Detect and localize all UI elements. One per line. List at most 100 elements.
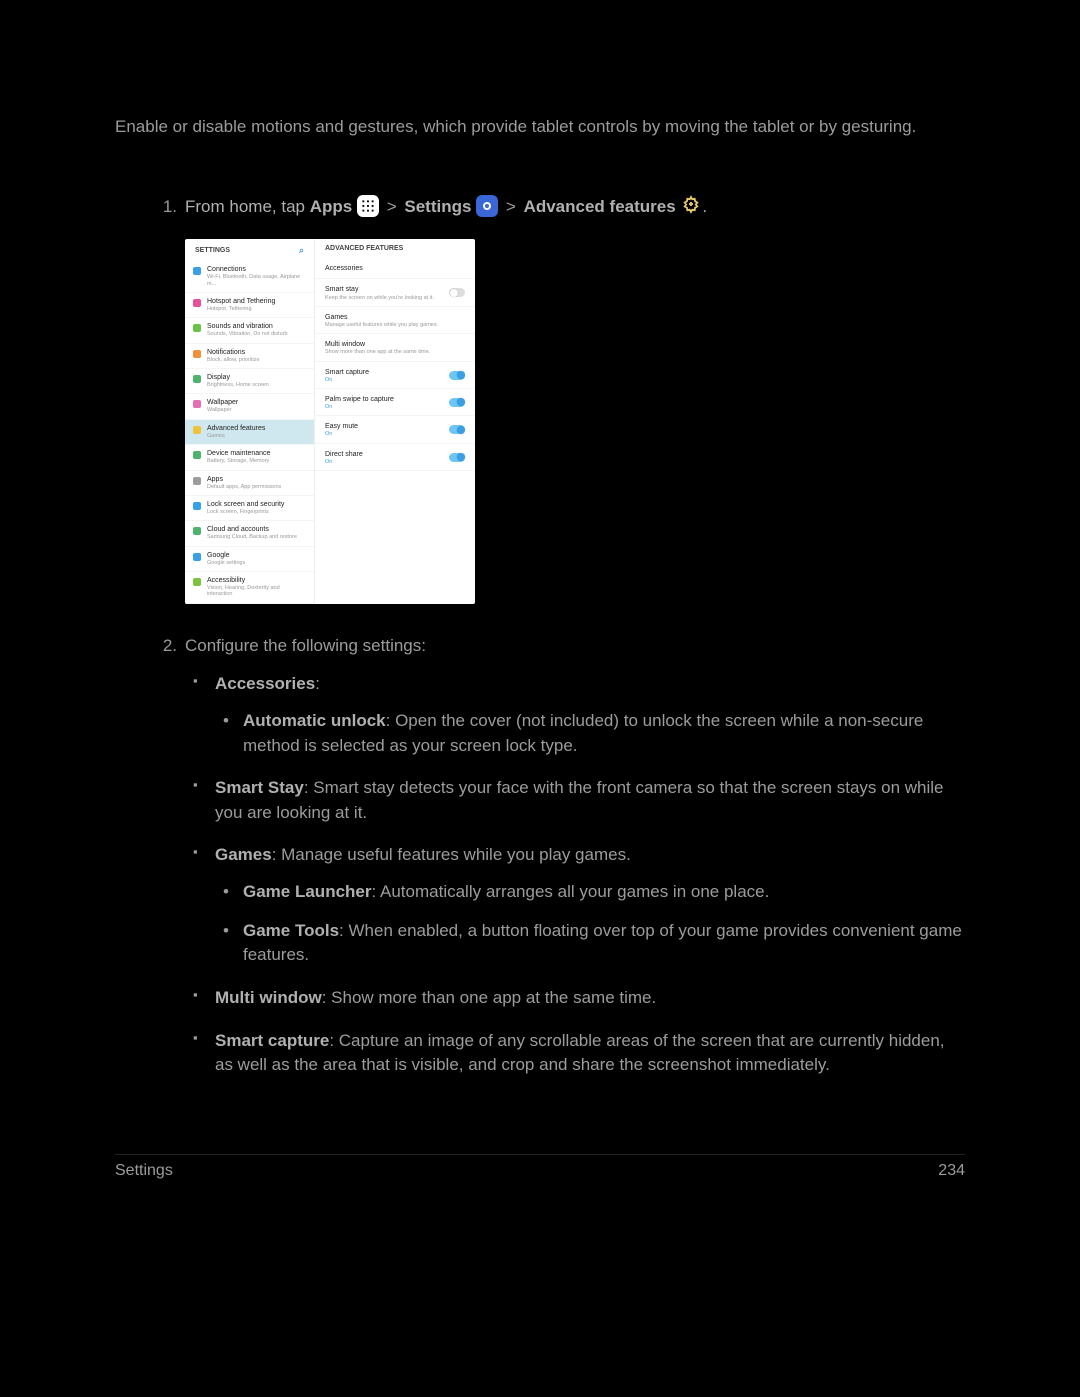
- step-2-text: Configure the following settings:: [185, 636, 426, 655]
- sidebar-item-subtitle: Hotspot, Tethering: [207, 306, 275, 312]
- sidebar-item-icon: [193, 426, 201, 434]
- sidebar-item[interactable]: Lock screen and securityLock screen, Fin…: [185, 496, 314, 521]
- detail-row[interactable]: GamesManage useful features while you pl…: [315, 307, 475, 334]
- detail-row[interactable]: Easy muteOn: [315, 416, 475, 443]
- setting-description-item: Multi window: Show more than one app at …: [215, 986, 965, 1011]
- detail-row[interactable]: Palm swipe to captureOn: [315, 389, 475, 416]
- detail-row-title: Palm swipe to capture: [325, 396, 394, 404]
- settings-sidebar: SETTINGS ⌕ ConnectionsWi-Fi, Bluetooth, …: [185, 239, 315, 603]
- step-number: 2.: [155, 634, 177, 659]
- sidebar-item-icon: [193, 477, 201, 485]
- toggle-switch[interactable]: [449, 288, 465, 297]
- detail-row[interactable]: Smart stayKeep the screen on while you'r…: [315, 279, 475, 306]
- setting-subitem: Automatic unlock: Open the cover (not in…: [243, 709, 965, 758]
- sidebar-item-subtitle: Block, allow, prioritize: [207, 357, 260, 363]
- detail-row-title: Smart capture: [325, 369, 369, 377]
- setting-subitem-text: : Automatically arranges all your games …: [372, 882, 770, 901]
- step-1: 1. From home, tap Apps > Settings > Adva…: [155, 195, 965, 604]
- sidebar-item[interactable]: NotificationsBlock, allow, prioritize: [185, 344, 314, 369]
- detail-row[interactable]: Multi windowShow more than one app at th…: [315, 334, 475, 361]
- sidebar-item[interactable]: Advanced featuresGames: [185, 420, 314, 445]
- sidebar-item-subtitle: Brightness, Home screen: [207, 382, 269, 388]
- setting-subitem-name: Game Tools: [243, 921, 339, 940]
- setting-description-item: Games: Manage useful features while you …: [215, 843, 965, 968]
- sidebar-item[interactable]: AccessibilityVision, Hearing, Dexterity …: [185, 572, 314, 604]
- detail-row-title: Smart stay: [325, 286, 434, 294]
- sidebar-item-title: Notifications: [207, 349, 260, 357]
- sidebar-item[interactable]: AppsDefault apps, App permissions: [185, 471, 314, 496]
- setting-name: Smart Stay: [215, 778, 304, 797]
- toggle-switch[interactable]: [449, 453, 465, 462]
- detail-row[interactable]: Smart captureOn: [315, 362, 475, 389]
- sidebar-item[interactable]: DisplayBrightness, Home screen: [185, 369, 314, 394]
- document-page: Enable or disable motions and gestures, …: [0, 0, 1080, 1397]
- nav-settings-label: Settings: [404, 197, 471, 216]
- setting-text: :: [315, 674, 320, 693]
- detail-header: ADVANCED FEATURES: [315, 239, 475, 258]
- setting-subitem-text: : When enabled, a button floating over t…: [243, 921, 962, 965]
- sidebar-item-title: Connections: [207, 266, 306, 274]
- sidebar-item-icon: [193, 400, 201, 408]
- breadcrumb-separator: >: [506, 197, 516, 216]
- setting-name: Accessories: [215, 674, 315, 693]
- sidebar-item[interactable]: GoogleGoogle settings: [185, 547, 314, 572]
- step-2: 2. Configure the following settings: Acc…: [155, 634, 965, 1078]
- detail-row-title: Direct share: [325, 451, 363, 459]
- toggle-switch[interactable]: [449, 425, 465, 434]
- sidebar-item-subtitle: Battery, Storage, Memory: [207, 458, 270, 464]
- setting-text: : Show more than one app at the same tim…: [322, 988, 657, 1007]
- sidebar-item-title: Sounds and vibration: [207, 323, 288, 331]
- sidebar-item-icon: [193, 527, 201, 535]
- sidebar-item[interactable]: Sounds and vibrationSounds, Vibration, D…: [185, 318, 314, 343]
- detail-row-subtitle: Manage useful features while you play ga…: [325, 322, 438, 328]
- sidebar-item-subtitle: Wi-Fi, Bluetooth, Data usage, Airplane m…: [207, 274, 306, 287]
- sidebar-item-icon: [193, 375, 201, 383]
- sidebar-item[interactable]: ConnectionsWi-Fi, Bluetooth, Data usage,…: [185, 261, 314, 293]
- detail-title: ADVANCED FEATURES: [325, 244, 403, 254]
- toggle-switch[interactable]: [449, 371, 465, 380]
- sidebar-item-subtitle: Lock screen, Fingerprints: [207, 509, 284, 515]
- sidebar-item-icon: [193, 578, 201, 586]
- detail-row[interactable]: Accessories: [315, 258, 475, 279]
- setting-name: Games: [215, 845, 272, 864]
- advanced-features-icon: [680, 195, 702, 217]
- sidebar-item[interactable]: Cloud and accountsSamsung Cloud, Backup …: [185, 521, 314, 546]
- sidebar-item-title: Display: [207, 374, 269, 382]
- detail-row-subtitle: On: [325, 431, 358, 437]
- sidebar-item[interactable]: Hotspot and TetheringHotspot, Tethering: [185, 293, 314, 318]
- sidebar-item-title: Google: [207, 552, 245, 560]
- sidebar-item-icon: [193, 324, 201, 332]
- nav-prefix: From home, tap: [185, 197, 310, 216]
- nav-apps-label: Apps: [310, 197, 353, 216]
- sidebar-item[interactable]: WallpaperWallpaper: [185, 394, 314, 419]
- sidebar-item-title: Accessibility: [207, 577, 306, 585]
- sidebar-item-title: Advanced features: [207, 425, 265, 433]
- sidebar-item-title: Device maintenance: [207, 450, 270, 458]
- search-icon[interactable]: ⌕: [299, 244, 304, 257]
- sidebar-item[interactable]: Device maintenanceBattery, Storage, Memo…: [185, 445, 314, 470]
- sidebar-item-subtitle: Samsung Cloud, Backup and restore: [207, 534, 297, 540]
- setting-subitem: Game Tools: When enabled, a button float…: [243, 919, 965, 968]
- setting-name: Smart capture: [215, 1031, 329, 1050]
- setting-sublist: Automatic unlock: Open the cover (not in…: [215, 709, 965, 758]
- setting-subitem-name: Game Launcher: [243, 882, 372, 901]
- footer-page-number: 234: [938, 1159, 965, 1182]
- settings-screenshot: SETTINGS ⌕ ConnectionsWi-Fi, Bluetooth, …: [185, 239, 475, 603]
- sidebar-item-subtitle: Default apps, App permissions: [207, 484, 281, 490]
- setting-description-item: Smart capture: Capture an image of any s…: [215, 1029, 965, 1078]
- sidebar-item-title: Wallpaper: [207, 399, 238, 407]
- detail-row-title: Accessories: [325, 265, 363, 273]
- sidebar-item-subtitle: Google settings: [207, 560, 245, 566]
- detail-row-subtitle: On: [325, 404, 394, 410]
- sidebar-item-subtitle: Games: [207, 433, 265, 439]
- setting-description-item: Smart Stay: Smart stay detects your face…: [215, 776, 965, 825]
- page-footer: Settings 234: [115, 1154, 965, 1182]
- setting-sublist: Game Launcher: Automatically arranges al…: [215, 880, 965, 968]
- toggle-switch[interactable]: [449, 398, 465, 407]
- step-number: 1.: [155, 195, 177, 220]
- detail-row-subtitle: Keep the screen on while you're looking …: [325, 295, 434, 301]
- detail-row-subtitle: Show more than one app at the same time.: [325, 349, 430, 355]
- setting-name: Multi window: [215, 988, 322, 1007]
- sidebar-item-title: Cloud and accounts: [207, 526, 297, 534]
- detail-row[interactable]: Direct shareOn: [315, 444, 475, 471]
